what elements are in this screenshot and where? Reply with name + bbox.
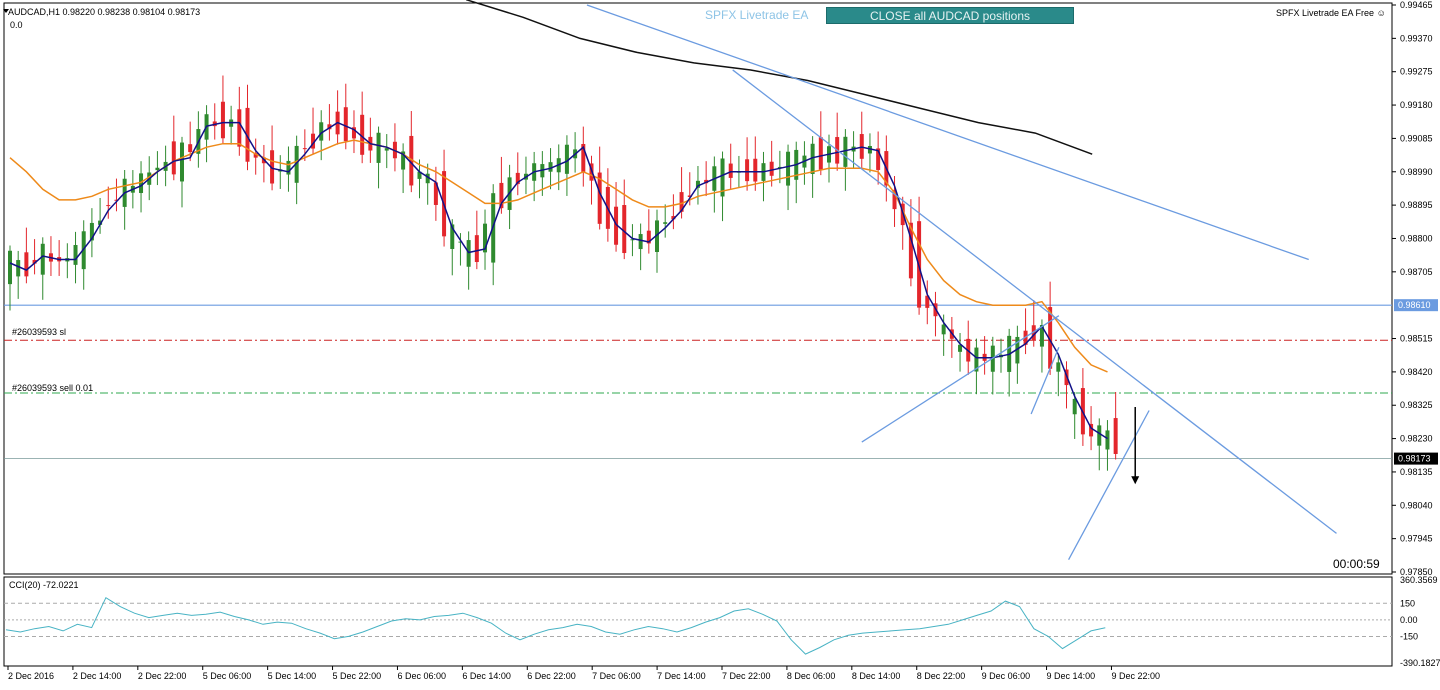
- trendline: [586, 4, 1309, 261]
- resistance-price-tag: 0.98610: [1398, 300, 1431, 310]
- x-tick-label: 7 Dec 06:00: [592, 671, 641, 681]
- x-tick-label: 5 Dec 14:00: [268, 671, 317, 681]
- cci-line: [5, 596, 1106, 655]
- y-tick-label: 0.99085: [1400, 133, 1433, 143]
- y-tick-label: 0.98705: [1400, 267, 1433, 277]
- x-tick-label: 5 Dec 22:00: [333, 671, 382, 681]
- candle-timer: 00:00:59: [1333, 557, 1380, 571]
- y-tick-label: 0.98420: [1400, 367, 1433, 377]
- x-tick-label: 6 Dec 22:00: [527, 671, 576, 681]
- x-tick-label: 5 Dec 06:00: [203, 671, 252, 681]
- x-tick-label: 2 Dec 2016: [8, 671, 54, 681]
- candle-body: [16, 260, 21, 277]
- candle-body: [1105, 430, 1110, 450]
- candle-body: [638, 234, 643, 250]
- candle-body: [728, 163, 733, 178]
- candle-body: [1097, 425, 1102, 446]
- candle-body: [769, 161, 774, 176]
- x-tick-label: 6 Dec 06:00: [397, 671, 446, 681]
- candle-body: [1056, 362, 1061, 372]
- chart-canvas: 0.99465 0.99370 0.99275 0.99180 0.99085 0.989…: [3, 0, 1440, 681]
- x-tick-label: 9 Dec 06:00: [982, 671, 1031, 681]
- candle-body: [40, 243, 45, 275]
- y-tick-label: 0.99275: [1400, 67, 1433, 77]
- trendline: [1030, 347, 1060, 415]
- cci-title: CCI(20) -72.0221: [9, 580, 79, 590]
- y-tick-label: 0.98230: [1400, 434, 1433, 444]
- y-tick-label: 0.98895: [1400, 200, 1433, 210]
- down-arrow-icon: [1131, 476, 1140, 485]
- candle-body: [622, 205, 627, 254]
- main-panel-frame: [3, 2, 1393, 575]
- candle-body: [220, 101, 225, 139]
- y-tick-label: 0.98040: [1400, 500, 1433, 510]
- y-tick-label: 0.98325: [1400, 400, 1433, 410]
- trendline: [732, 69, 1337, 534]
- candle-body: [818, 137, 823, 170]
- smiley-icon: ☺: [1376, 8, 1386, 18]
- candle-body: [237, 109, 242, 147]
- candle-body: [376, 132, 381, 163]
- close-all-positions-button[interactable]: CLOSE all AUDCAD positions: [826, 7, 1074, 24]
- candle-body: [171, 141, 176, 175]
- cci-y-tick-label: 0.00: [1400, 615, 1418, 625]
- candle-body: [155, 167, 160, 171]
- candle-body: [343, 107, 348, 142]
- candle-body: [941, 324, 946, 335]
- stop-loss-label: #26039593 sl: [12, 327, 67, 337]
- ea-free-label: SPFX Livetrade EA Free ☺: [1276, 8, 1386, 18]
- sell-order-label: #26039593 sell 0.01: [12, 383, 94, 393]
- symbol-sub-info: 0.0: [10, 20, 23, 30]
- candle-body: [1072, 398, 1077, 415]
- x-tick-label: 9 Dec 14:00: [1047, 671, 1096, 681]
- x-tick-label: 9 Dec 22:00: [1111, 671, 1160, 681]
- y-tick-label: 0.99180: [1400, 100, 1433, 110]
- x-tick-label: 7 Dec 22:00: [722, 671, 771, 681]
- symbol-info: AUDCAD,H1 0.98220 0.98238 0.98104 0.9817…: [8, 7, 201, 17]
- y-tick-label: 0.98515: [1400, 334, 1433, 344]
- current-price-tag: 0.98173: [1398, 454, 1431, 464]
- candle-body: [753, 158, 758, 182]
- y-tick-label: 0.97945: [1400, 534, 1433, 544]
- candle-body: [786, 151, 791, 186]
- candle-body: [8, 250, 12, 285]
- y-tick-label: 0.98135: [1400, 467, 1433, 477]
- x-tick-label: 8 Dec 14:00: [852, 671, 901, 681]
- ea-name-label: SPFX Livetrade EA: [705, 8, 809, 22]
- ea-free-text: SPFX Livetrade EA Free: [1276, 8, 1375, 18]
- y-tick-label: 0.98800: [1400, 233, 1433, 243]
- cci-y-tick-label: 150: [1400, 598, 1415, 608]
- y-tick-label: 0.98990: [1400, 167, 1433, 177]
- cci-panel-frame: [3, 576, 1393, 667]
- y-tick-label: 0.99465: [1400, 0, 1433, 10]
- candle-body: [859, 134, 864, 159]
- candle-body: [106, 205, 111, 207]
- x-tick-label: 8 Dec 22:00: [917, 671, 966, 681]
- candle-body: [1113, 418, 1118, 454]
- x-tick-label: 2 Dec 14:00: [73, 671, 122, 681]
- candle-body: [24, 252, 29, 277]
- cci-y-tick-label: -390.1827: [1400, 658, 1440, 668]
- cci-y-tick-label: 360.3569: [1400, 575, 1438, 585]
- x-tick-label: 6 Dec 14:00: [462, 671, 511, 681]
- candle-body: [188, 144, 193, 153]
- candle-body: [302, 148, 307, 150]
- candle-body: [843, 136, 848, 167]
- candle-body: [663, 222, 668, 224]
- candle-body: [179, 142, 184, 182]
- candle-body: [73, 245, 78, 265]
- y-tick-label: 0.99370: [1400, 33, 1433, 43]
- cci-y-tick-label: -150: [1400, 631, 1418, 641]
- candle-body: [474, 235, 479, 263]
- x-tick-label: 2 Dec 22:00: [138, 671, 187, 681]
- x-tick-label: 8 Dec 06:00: [787, 671, 836, 681]
- candle-body: [466, 240, 471, 267]
- candle-body: [745, 159, 750, 182]
- x-tick-label: 7 Dec 14:00: [657, 671, 706, 681]
